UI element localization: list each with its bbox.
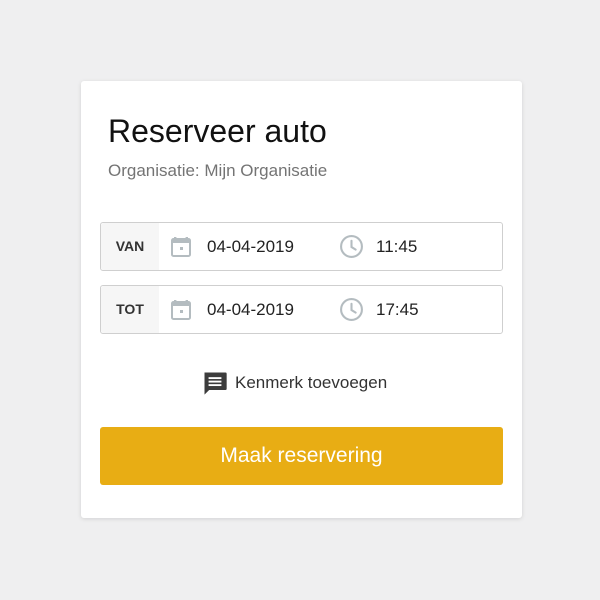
- to-label: TOT: [101, 286, 159, 333]
- from-date-input[interactable]: 04-04-2019: [207, 223, 294, 270]
- to-datetime-row: TOT 04-04-2019 17:45: [100, 285, 503, 334]
- from-datetime-row: VAN 04-04-2019 11:45: [100, 222, 503, 271]
- page-title: Reserveer auto: [108, 113, 327, 149]
- clock-icon[interactable]: [339, 234, 364, 259]
- add-feature-label: Kenmerk toevoegen: [235, 373, 388, 392]
- to-date-input[interactable]: 04-04-2019: [207, 286, 294, 333]
- comment-icon: [204, 372, 227, 395]
- reservation-card: Reserveer auto Organisatie: Mijn Organis…: [81, 81, 522, 518]
- from-time-input[interactable]: 11:45: [376, 223, 417, 270]
- calendar-icon[interactable]: [169, 297, 193, 321]
- add-feature-link[interactable]: Kenmerk toevoegen: [201, 368, 387, 398]
- to-time-input[interactable]: 17:45: [376, 286, 419, 333]
- from-label: VAN: [101, 223, 159, 270]
- clock-icon[interactable]: [339, 297, 364, 322]
- calendar-icon[interactable]: [169, 234, 193, 258]
- organisation-subtitle: Organisatie: Mijn Organisatie: [108, 161, 328, 180]
- make-reservation-button[interactable]: Maak reservering: [100, 427, 503, 485]
